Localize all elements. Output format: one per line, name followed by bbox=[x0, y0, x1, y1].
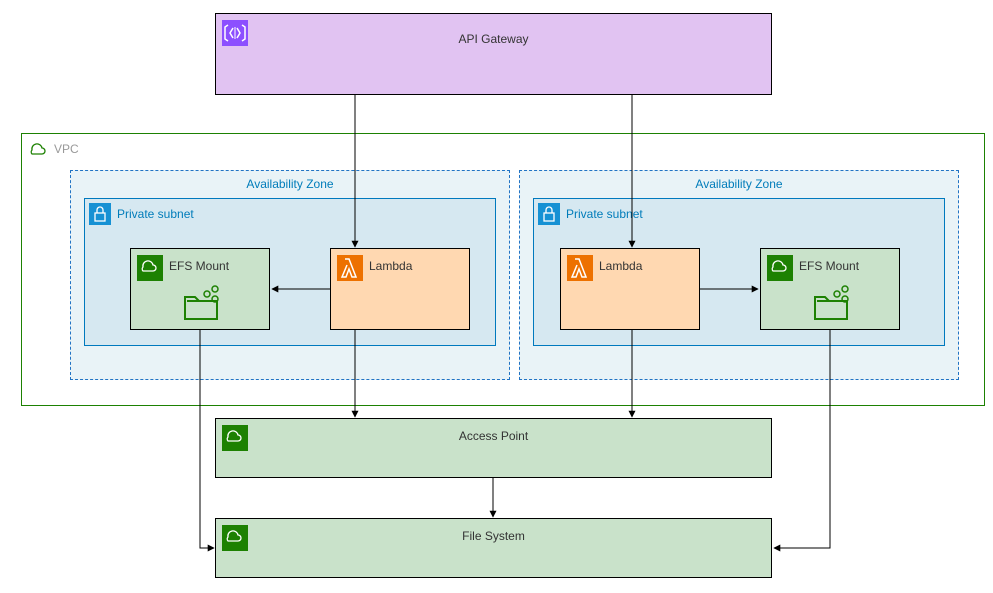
arrow-efs2-to-fs bbox=[774, 330, 830, 548]
arrow-efs1-to-fs bbox=[200, 330, 214, 548]
connector-layer bbox=[0, 0, 993, 593]
